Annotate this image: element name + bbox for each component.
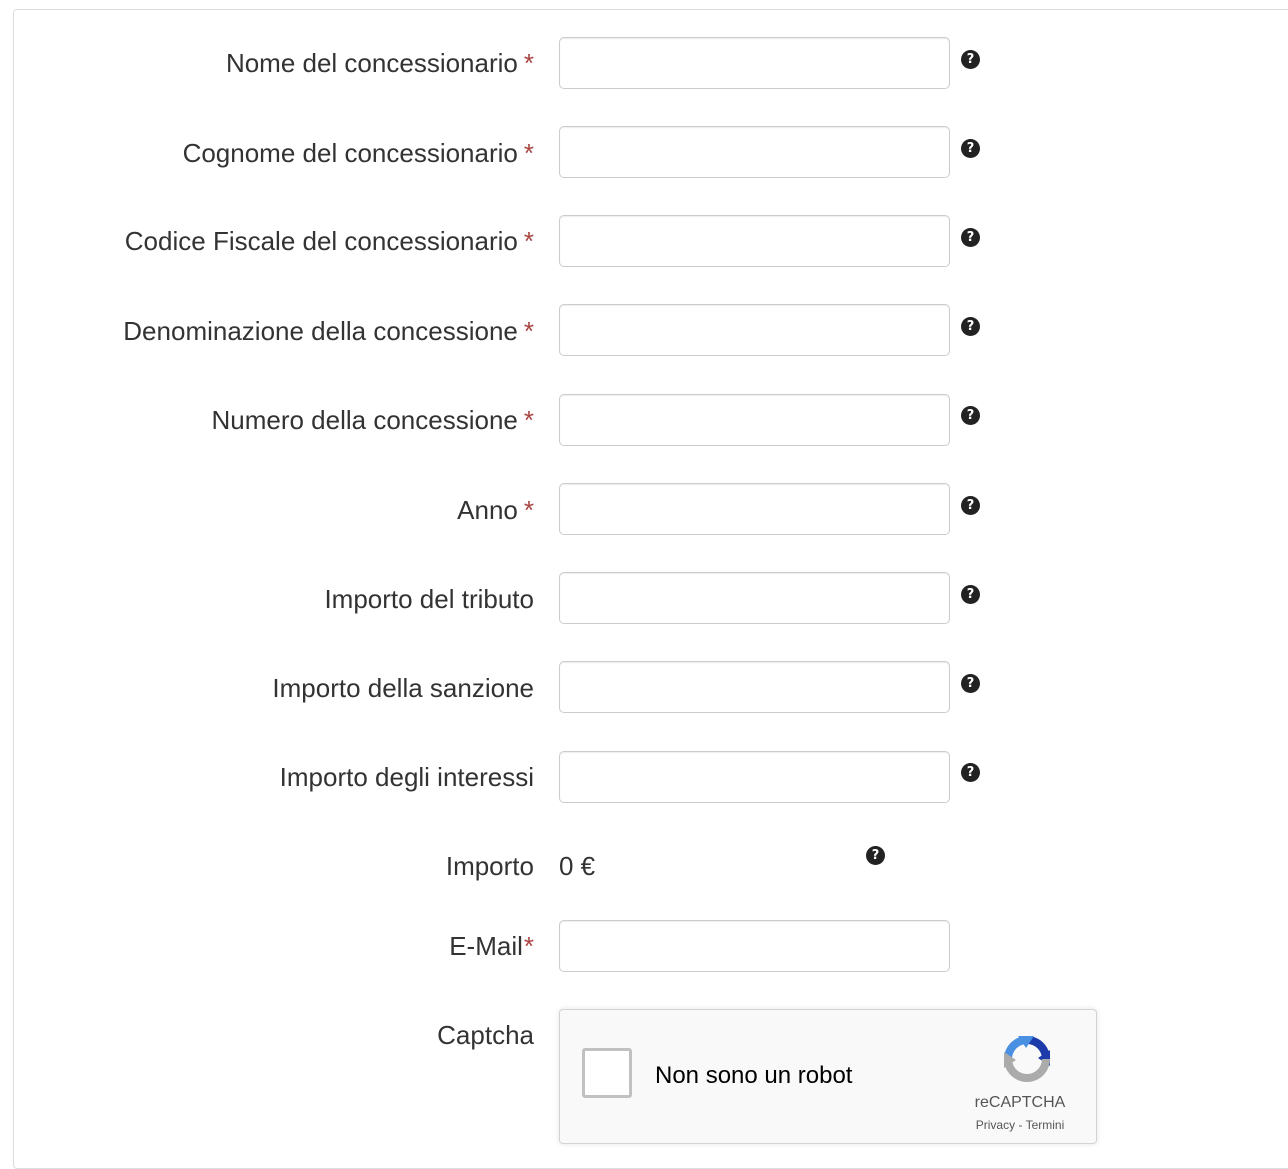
label-text: Numero della concessione: [211, 405, 518, 435]
required-asterisk: *: [523, 138, 534, 168]
label-cognome: Cognome del concessionario *: [183, 138, 534, 168]
label-captcha: Captcha: [437, 1020, 534, 1050]
required-asterisk: *: [523, 931, 534, 961]
help-icon[interactable]: ?: [961, 674, 980, 693]
importo-sanzione-input[interactable]: [559, 661, 950, 713]
required-asterisk: *: [523, 316, 534, 346]
label-email: E-Mail*: [449, 931, 534, 961]
numero-input[interactable]: [559, 394, 950, 446]
label-text: E-Mail: [449, 931, 523, 961]
required-asterisk: *: [523, 226, 534, 256]
help-icon[interactable]: ?: [961, 228, 980, 247]
label-text: Anno: [457, 495, 518, 525]
label-importo-sanzione: Importo della sanzione: [272, 673, 534, 703]
link-separator: -: [1015, 1118, 1026, 1132]
label-text: Importo degli interessi: [279, 762, 534, 792]
email-input[interactable]: [559, 920, 950, 972]
privacy-link[interactable]: Privacy: [976, 1118, 1015, 1132]
label-importo: Importo: [446, 851, 534, 881]
label-text: Cognome del concessionario: [182, 138, 518, 168]
recaptcha-logo-icon: [1004, 1036, 1050, 1082]
help-icon[interactable]: ?: [961, 763, 980, 782]
help-icon[interactable]: ?: [961, 585, 980, 604]
label-importo-tributo: Importo del tributo: [324, 584, 534, 614]
label-importo-interessi: Importo degli interessi: [280, 762, 534, 792]
label-text: Captcha: [437, 1020, 534, 1050]
recaptcha-brand: reCAPTCHA: [974, 1094, 1066, 1111]
label-text: Importo della sanzione: [272, 673, 534, 703]
not-robot-checkbox[interactable]: [582, 1048, 632, 1098]
required-asterisk: *: [523, 495, 534, 525]
label-text: Denominazione della concessione: [123, 316, 518, 346]
denominazione-input[interactable]: [559, 304, 950, 356]
label-text: Codice Fiscale del concessionario: [124, 226, 518, 256]
label-anno: Anno *: [457, 495, 534, 525]
label-nome: Nome del concessionario *: [226, 48, 534, 78]
nome-input[interactable]: [559, 37, 950, 89]
label-codice-fiscale: Codice Fiscale del concessionario *: [125, 226, 534, 256]
help-icon[interactable]: ?: [961, 496, 980, 515]
importo-interessi-input[interactable]: [559, 751, 950, 803]
required-asterisk: *: [523, 405, 534, 435]
label-text: Importo: [445, 851, 534, 881]
label-denominazione: Denominazione della concessione *: [123, 316, 534, 346]
anno-input[interactable]: [559, 483, 950, 535]
required-asterisk: *: [523, 48, 534, 78]
label-text: Importo del tributo: [324, 584, 534, 614]
cognome-input[interactable]: [559, 126, 950, 178]
not-robot-label: Non sono un robot: [655, 1062, 853, 1089]
help-icon[interactable]: ?: [961, 50, 980, 69]
recaptcha-widget: Non sono un robot reCAPTCHA Privacy - Te…: [559, 1009, 1097, 1144]
recaptcha-links: Privacy - Termini: [955, 1118, 1085, 1132]
label-numero: Numero della concessione *: [211, 405, 534, 435]
help-icon[interactable]: ?: [961, 406, 980, 425]
codice-fiscale-input[interactable]: [559, 215, 950, 267]
importo-tributo-input[interactable]: [559, 572, 950, 624]
importo-value: 0 €: [559, 851, 596, 881]
help-icon[interactable]: ?: [866, 846, 885, 865]
help-icon[interactable]: ?: [961, 139, 980, 158]
terms-link[interactable]: Termini: [1026, 1118, 1065, 1132]
label-text: Nome del concessionario: [225, 48, 518, 78]
help-icon[interactable]: ?: [961, 317, 980, 336]
